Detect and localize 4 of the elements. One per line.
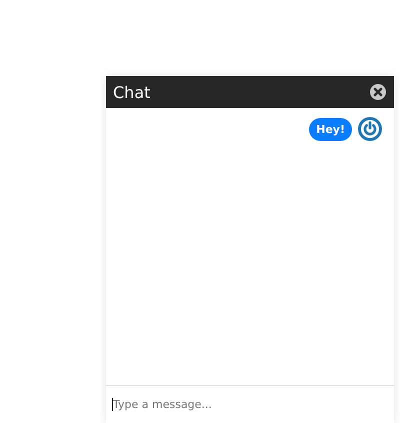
close-icon[interactable] [370,84,386,100]
chat-title: Chat [113,82,150,102]
message-bubble: Hey! [309,118,352,140]
power-icon [358,117,382,141]
